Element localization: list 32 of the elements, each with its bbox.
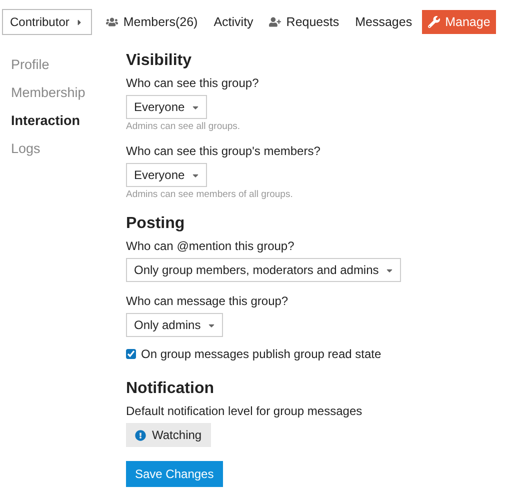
field-label: Who can @mention this group?	[126, 239, 296, 253]
checkbox-label: On group messages publish group read state	[141, 347, 382, 361]
section-heading: Visibility	[126, 52, 193, 70]
nav-tab[interactable]: Requests	[263, 10, 346, 34]
field-label: Who can see this group's members?	[126, 144, 322, 158]
wrench-icon	[428, 16, 440, 28]
field-label: Who can message this group?	[126, 294, 290, 308]
sidebar-item[interactable]: Membership	[11, 85, 126, 100]
select-dropdown[interactable]: Everyone	[126, 163, 207, 187]
nav-tab[interactable]: Members(26)	[100, 10, 204, 34]
nav-tab[interactable]: Activity	[208, 10, 260, 34]
field-label: Who can see this group?	[126, 76, 260, 90]
role-dropdown[interactable]: Contributor	[2, 9, 92, 35]
hint-text: Admins can see members of all groups.	[126, 189, 294, 200]
select-dropdown[interactable]: Only admins	[126, 313, 223, 337]
section-heading: Notification	[126, 380, 215, 398]
save-button[interactable]: Save Changes	[126, 461, 223, 487]
nav-tab[interactable]: Manage	[422, 10, 496, 34]
users-icon	[106, 16, 118, 28]
section-heading: Posting	[126, 215, 186, 233]
select-dropdown[interactable]: Everyone	[126, 95, 207, 119]
select-dropdown[interactable]: Only group members, moderators and admins	[126, 258, 401, 282]
exclamation-icon	[135, 430, 146, 440]
sidebar-item[interactable]: Logs	[11, 141, 126, 156]
sidebar-item[interactable]: Interaction	[11, 113, 126, 128]
checkbox[interactable]	[126, 349, 136, 359]
user-plus-icon	[269, 16, 282, 28]
field-label: Default notification level for group messages	[126, 404, 364, 418]
notification-level-button[interactable]: Watching	[126, 423, 211, 447]
sidebar-item[interactable]: Profile	[11, 57, 126, 72]
hint-text: Admins can see all groups.	[126, 121, 242, 132]
nav-tab[interactable]: Messages	[349, 10, 418, 34]
